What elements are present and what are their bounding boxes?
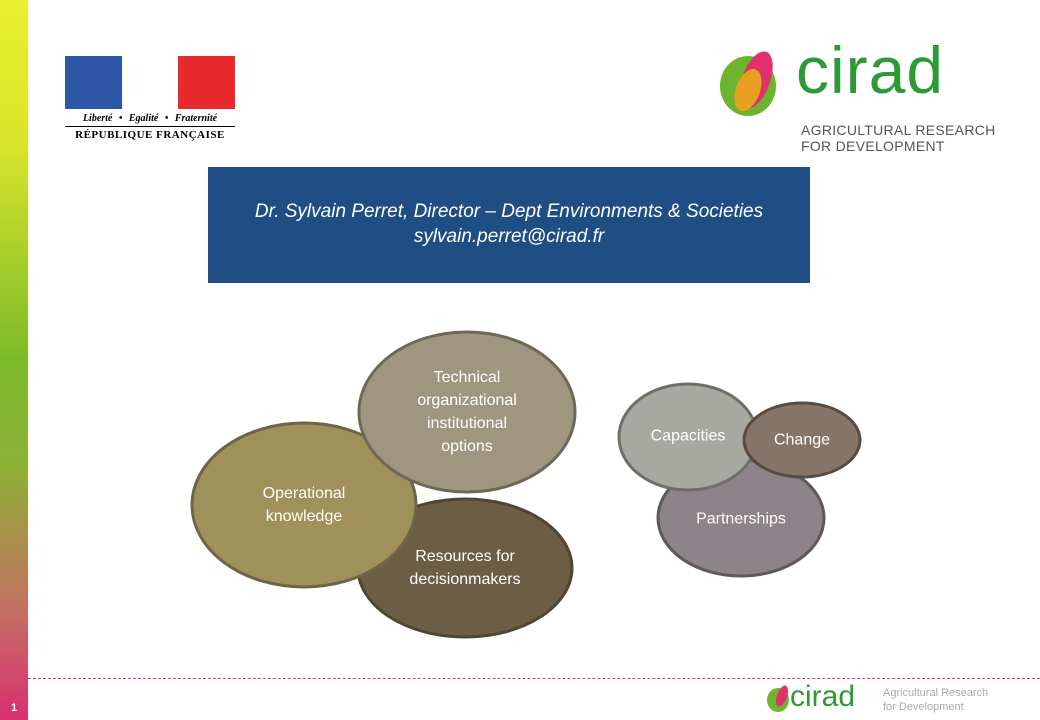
label-operational: Operational knowledge (262, 485, 346, 525)
label-partnerships: Partnerships (696, 510, 786, 528)
bubble-diagram (190, 330, 862, 639)
footer-tagline-2: for Development (883, 701, 964, 713)
footer-divider (28, 678, 1040, 679)
label-technical: Technical organizational institutional opti… (417, 369, 517, 455)
footer-cirad-logo: cirad Agricultural Research for Developme… (766, 680, 988, 719)
cirad-leaf-icon (767, 685, 789, 712)
label-resources: Resources for decisionmakers (409, 548, 521, 588)
footer-tagline-1: Agricultural Research (883, 687, 989, 699)
footer-wordmark: cirad (790, 680, 856, 713)
label-change: Change (773, 431, 831, 449)
label-capacities: Capacities (650, 427, 726, 445)
